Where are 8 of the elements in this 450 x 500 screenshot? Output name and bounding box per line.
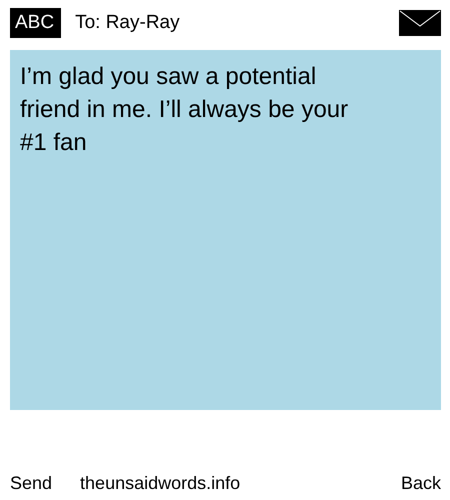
recipient-label: To: Ray-Ray (75, 12, 181, 34)
message-area[interactable]: I’m glad you saw a potential friend in me. I’ll always be your #1 fan (10, 50, 441, 410)
input-mode-indicator: ABC (10, 8, 62, 38)
back-softkey[interactable]: Back (400, 471, 441, 495)
send-softkey[interactable]: Send (10, 471, 52, 495)
site-label: theunsaidwords.info (80, 472, 242, 495)
envelope-icon (399, 10, 441, 36)
message-text: I’m glad you saw a potential friend in me. I’ll always be your #1 fan (20, 62, 350, 158)
